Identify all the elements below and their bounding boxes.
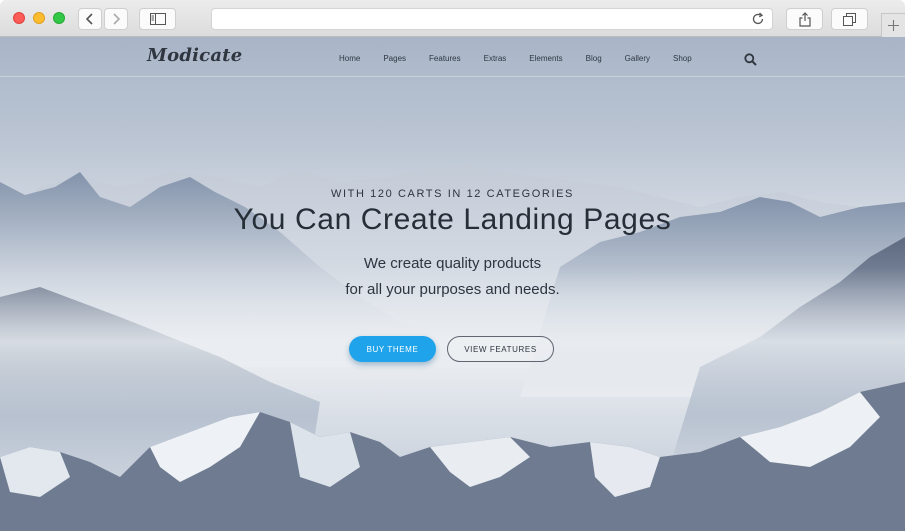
zoom-window-button[interactable] <box>53 12 65 24</box>
tabs-icon <box>843 12 856 26</box>
nav-item-pages[interactable]: Pages <box>383 54 406 63</box>
nav-item-blog[interactable]: Blog <box>586 54 602 63</box>
buy-theme-button[interactable]: BUY THEME <box>349 336 436 362</box>
close-window-button[interactable] <box>13 12 25 24</box>
nav-item-extras[interactable]: Extras <box>484 54 507 63</box>
share-icon <box>798 11 811 27</box>
nav-item-shop[interactable]: Shop <box>673 54 692 63</box>
minimize-window-button[interactable] <box>33 12 45 24</box>
hero-eyebrow: WITH 120 CARTS IN 12 CATEGORIES <box>331 188 574 200</box>
nav-item-gallery[interactable]: Gallery <box>625 54 650 63</box>
back-icon <box>85 13 93 25</box>
nav-item-home[interactable]: Home <box>339 54 360 63</box>
address-bar[interactable] <box>211 8 773 30</box>
hero-subtitle-line-2: for all your purposes and needs. <box>345 281 560 298</box>
sidebar-button[interactable] <box>139 8 176 30</box>
new-tab-button[interactable] <box>881 13 905 37</box>
browser-window: Modicate Home Pages Features Extras Elem… <box>0 0 905 531</box>
hero-section: WITH 120 CARTS IN 12 CATEGORIES You Can … <box>0 187 905 303</box>
plus-icon <box>888 20 899 31</box>
page-viewport: Modicate Home Pages Features Extras Elem… <box>0 37 905 531</box>
reload-icon[interactable] <box>751 12 765 26</box>
main-navigation: Home Pages Features Extras Elements Blog… <box>339 54 715 63</box>
nav-item-features[interactable]: Features <box>429 54 461 63</box>
share-button[interactable] <box>786 8 823 30</box>
search-icon[interactable] <box>744 53 757 66</box>
site-header: Modicate Home Pages Features Extras Elem… <box>0 37 905 77</box>
view-features-button[interactable]: VIEW FEATURES <box>447 336 554 362</box>
tabs-button[interactable] <box>831 8 868 30</box>
hero-headline: You Can Create Landing Pages <box>233 203 672 236</box>
site-logo[interactable]: Modicate <box>147 45 242 66</box>
forward-button[interactable] <box>104 8 128 30</box>
sidebar-icon <box>149 13 166 25</box>
back-button[interactable] <box>78 8 102 30</box>
hero-subtitle-line-1: We create quality products <box>363 255 542 272</box>
browser-toolbar <box>0 0 905 37</box>
forward-icon <box>113 13 121 25</box>
nav-item-elements[interactable]: Elements <box>529 54 562 63</box>
hero-subtitle: We create quality products for all your … <box>0 251 905 303</box>
